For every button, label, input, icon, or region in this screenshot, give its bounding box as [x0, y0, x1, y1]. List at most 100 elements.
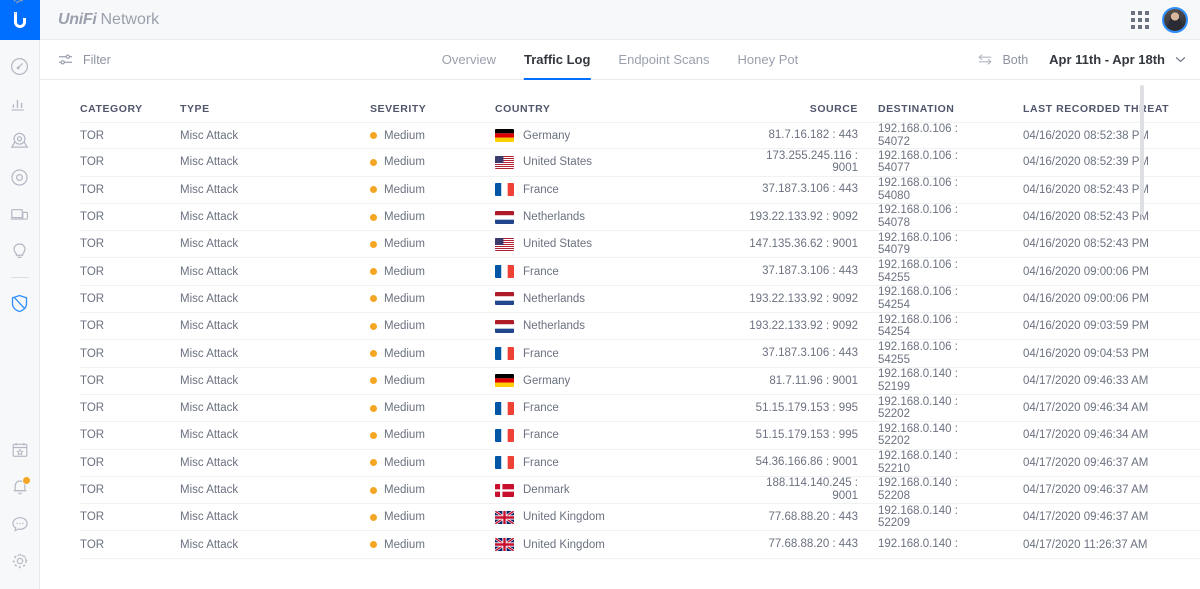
cell-category: TOR [80, 320, 105, 333]
top-bar: UniFi Network [13, 0, 1200, 40]
cell-category: TOR [80, 511, 105, 524]
column-header-source[interactable]: SOURCE [720, 103, 865, 116]
date-range-label: Apr 11th - Apr 18th [1049, 52, 1165, 67]
filter-button[interactable]: Filter [58, 53, 111, 67]
table-row[interactable]: TOR Misc Attack Medium France 51.15.179.153 … [80, 395, 1200, 423]
table-row[interactable]: TOR Misc Attack Medium Netherlands 193.22.13… [80, 313, 1200, 341]
tab-endpoint-scans[interactable]: Endpoint Scans [618, 40, 709, 80]
sidebar-item-insights[interactable] [0, 233, 40, 270]
column-header-type[interactable]: TYPE [180, 103, 370, 115]
flag-icon-fr [495, 428, 514, 442]
severity-dot [370, 486, 377, 494]
cell-country: Germany [495, 129, 720, 143]
column-header-country[interactable]: COUNTRY [495, 103, 720, 115]
severity-label: Medium [384, 238, 425, 251]
ubiquiti-logo[interactable] [0, 0, 40, 40]
column-header-category[interactable]: CATEGORY [80, 103, 180, 115]
table-row[interactable]: TOR Misc Attack Medium Netherlands 193.22.13… [80, 204, 1200, 232]
sidebar-item-settings[interactable] [0, 542, 40, 579]
filter-sliders-icon [59, 54, 72, 65]
cell-source: 37.187.3.106 : 443 [720, 183, 865, 196]
table-row[interactable]: TOR Misc Attack Medium United States 173.255… [80, 149, 1200, 177]
severity-label: Medium [384, 484, 425, 496]
sidebar-item-events-calendar[interactable] [0, 431, 40, 468]
table-row[interactable]: TOR Misc Attack Medium Netherlands 193.22.13… [80, 286, 1200, 314]
table-row[interactable]: TOR Misc Attack Medium France 37.187.3.106 :… [80, 340, 1200, 368]
cell-severity: Medium [370, 429, 495, 441]
source-address: 37.187.3.106 : 443 [762, 265, 858, 278]
cell-type: Misc Attack [180, 511, 239, 524]
table-row[interactable]: TOR Misc Attack Medium France 51.15.179.153 … [80, 422, 1200, 450]
severity-dot [370, 132, 377, 140]
cell-source: 188.114.140.245 :9001 [720, 477, 865, 502]
circle-target-icon [11, 169, 28, 186]
destination-port: 54255 [878, 353, 910, 366]
severity-label: Medium [384, 183, 425, 196]
column-header-severity[interactable]: SEVERITY [370, 103, 495, 115]
table-row[interactable]: TOR Misc Attack Medium France 37.187.3.106 :… [80, 258, 1200, 286]
cell-category: TOR [80, 456, 105, 469]
sidebar-item-dashboard[interactable] [0, 48, 40, 85]
country-label: Netherlands [523, 292, 586, 305]
table-row[interactable]: TOR Misc Attack Medium France 54.36.166.86 :… [80, 450, 1200, 477]
destination-address: 192.168.0.140 : [878, 395, 958, 408]
table-row[interactable]: TOR Misc Attack Medium Germany 81.7.11.96 : … [80, 368, 1200, 395]
cell-source: 193.22.133.92 : 9092 [720, 211, 865, 224]
cell-country: United Kingdom [495, 538, 720, 552]
grid-apps-icon[interactable] [1131, 10, 1149, 29]
sub-toolbar-right: Both Apr 11th - Apr 18th [977, 52, 1186, 67]
wifi-arc-icon [13, 0, 23, 4]
tab-overview[interactable]: Overview [442, 40, 496, 80]
severity-label: Medium [384, 211, 425, 224]
cell-source: 81.7.11.96 : 9001 [720, 375, 865, 388]
scrollbar-track[interactable] [1140, 80, 1172, 589]
sidebar-item-devices[interactable] [0, 159, 40, 196]
cell-country: United States [495, 237, 720, 251]
table-row[interactable]: TOR Misc Attack Medium United Kingdom 77.68.… [80, 531, 1200, 559]
filter-label: Filter [83, 52, 111, 67]
cell-destination: 192.168.0.140 :52199 [865, 368, 1005, 393]
map-pin-icon [10, 132, 29, 148]
cell-category: TOR [80, 429, 105, 442]
country-label: Netherlands [523, 320, 586, 333]
flag-icon-de [495, 374, 514, 388]
sidebar-item-threat-management[interactable] [0, 285, 40, 322]
cell-destination: 192.168.0.106 :54255 [865, 341, 1005, 366]
destination-port: 52210 [878, 462, 910, 475]
cell-country: France [495, 347, 720, 361]
country-label: Netherlands [523, 211, 586, 224]
cell-category: TOR [80, 347, 105, 360]
table-row[interactable]: TOR Misc Attack Medium Denmark 188.114.140.2… [80, 477, 1200, 505]
direction-toggle[interactable]: Both [977, 53, 1028, 67]
avatar[interactable] [1162, 6, 1188, 33]
cell-destination: 192.168.0.140 :52202 [865, 396, 1005, 421]
source-address: 77.68.88.20 : 443 [768, 511, 858, 523]
table-row[interactable]: TOR Misc Attack Medium United Kingdom 77.68.… [80, 504, 1200, 532]
scrollbar-thumb[interactable] [1140, 85, 1144, 215]
table-row[interactable]: TOR Misc Attack Medium France 37.187.3.106 :… [80, 177, 1200, 204]
table-row[interactable]: TOR Misc Attack Medium United States 147.135… [80, 231, 1200, 259]
chevron-down-icon [1175, 56, 1186, 63]
tab-honey-pot[interactable]: Honey Pot [738, 40, 799, 80]
sidebar-item-clients[interactable] [0, 196, 40, 233]
destination-port: 54077 [878, 162, 910, 175]
sidebar-item-alerts[interactable] [0, 468, 40, 505]
destination-address: 192.168.0.140 : [878, 477, 958, 490]
source-address: 51.15.179.153 : 995 [755, 401, 858, 414]
cell-destination: 192.168.0.140 :52210 [865, 450, 1005, 475]
column-header-destination[interactable]: DESTINATION [865, 103, 1005, 116]
flag-icon-gb [495, 510, 514, 524]
destination-address: 192.168.0.106 : [878, 231, 958, 244]
sidebar-item-chat[interactable] [0, 505, 40, 542]
destination-address: 192.168.0.106 : [878, 177, 958, 190]
date-range-picker[interactable]: Apr 11th - Apr 18th [1049, 52, 1186, 67]
sidebar-item-statistics[interactable] [0, 85, 40, 122]
destination-port: 52208 [878, 490, 910, 502]
table-row[interactable]: TOR Misc Attack Medium Germany 81.7.16.182 :… [80, 122, 1200, 150]
sidebar-item-topology[interactable] [0, 122, 40, 159]
tab-traffic-log[interactable]: Traffic Log [523, 40, 591, 80]
cell-country: Denmark [495, 483, 720, 497]
lightbulb-icon [13, 243, 26, 258]
flag-icon-nl [495, 210, 514, 224]
cell-source: 193.22.133.92 : 9092 [720, 293, 865, 306]
